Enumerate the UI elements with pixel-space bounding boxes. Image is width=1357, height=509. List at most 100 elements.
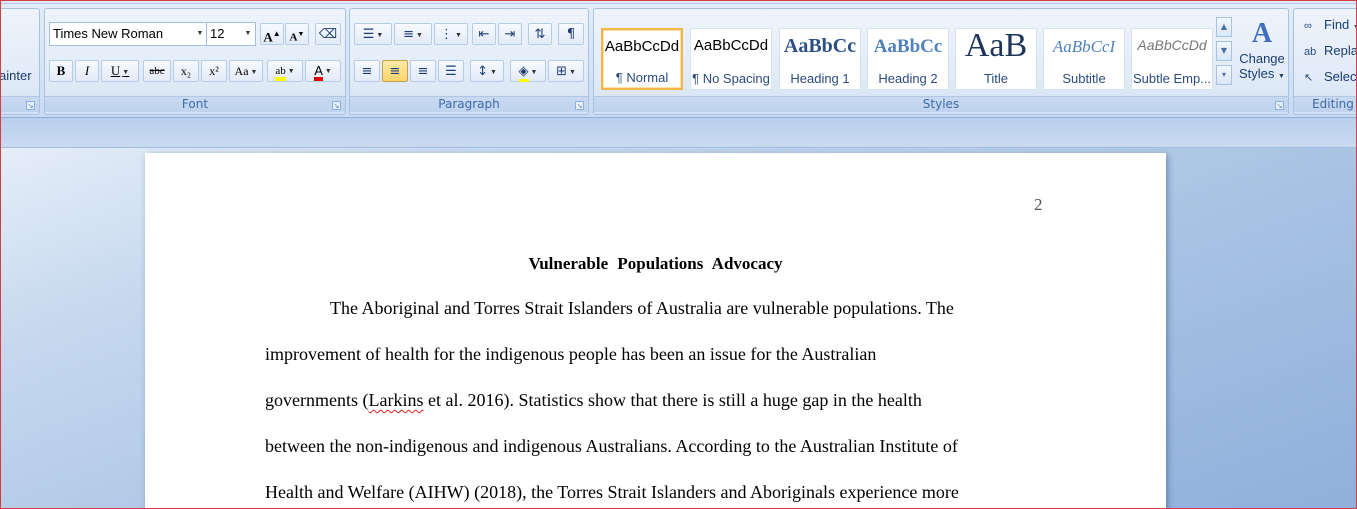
- style-item[interactable]: AaBbCcI Subtitle: [1043, 28, 1125, 90]
- editing-group-label: Editing: [1294, 96, 1357, 112]
- increase-indent-icon: ⇥: [504, 27, 516, 42]
- style-sample: AaBbCcI: [1052, 37, 1116, 56]
- style-name: ¶ No Spacing: [692, 71, 770, 86]
- style-name: Heading 1: [790, 71, 850, 86]
- body-line: governments (Larkins et al. 2016). Stati…: [265, 390, 922, 411]
- ruler-band: [0, 118, 1357, 148]
- body-text: et al. 2016). Statistics show that there…: [423, 390, 922, 410]
- decrease-indent-icon: ⇤: [478, 27, 490, 42]
- underline-button[interactable]: U ▼: [101, 60, 139, 82]
- clipboard-group: ainter ↘: [0, 8, 40, 115]
- line-spacing-button[interactable]: ↕ ▼: [470, 60, 504, 82]
- style-sample: AaBbCc: [783, 35, 857, 57]
- justify-button[interactable]: ☰: [438, 60, 464, 82]
- find-button[interactable]: ∞ Find ▼: [1304, 17, 1357, 32]
- style-item[interactable]: AaBbCcDd ¶ No Spacing: [690, 28, 772, 90]
- ribbon: ainter ↘ Times New Roman ▼ 12 ▼ A▲ A▼ ⌫ …: [0, 0, 1357, 118]
- pilcrow-icon: ¶: [566, 27, 576, 42]
- highlight-button[interactable]: ab ▼: [267, 60, 303, 82]
- borders-button[interactable]: ⊞ ▼: [548, 60, 584, 82]
- select-button[interactable]: ↖ Select: [1304, 69, 1357, 84]
- change-styles-button[interactable]: A Change Styles ▼: [1236, 17, 1288, 97]
- chevron-down-icon[interactable]: ▼: [241, 23, 255, 45]
- style-sample: AaB: [964, 27, 1028, 64]
- paragraph-group: ☰ ▼ ≡ ▼ ⋮ ▼ ⇤ ⇥ ⇅ ¶ ≡ ≡ ≡ ☰ ↕ ▼ ◈ ▼ ⊞ ▼ Paragr…: [349, 8, 589, 115]
- bullets-button[interactable]: ☰ ▼: [354, 23, 392, 45]
- body-line: Health and Welfare (AIHW) (2018), the To…: [265, 482, 959, 502]
- body-line: improvement of health for the indigenous…: [265, 344, 877, 364]
- misspelled-word[interactable]: Larkins: [368, 390, 423, 410]
- change-case-button[interactable]: Aa ▼: [229, 60, 263, 82]
- numbering-button[interactable]: ≡ ▼: [394, 23, 432, 45]
- justify-icon: ☰: [445, 64, 457, 79]
- font-color-icon: A: [314, 64, 323, 81]
- style-sample: AaBbCcDd: [1137, 37, 1207, 53]
- style-name: Heading 2: [878, 71, 938, 86]
- body-text: governments (: [265, 390, 369, 410]
- cursor-icon: ↖: [1304, 72, 1314, 84]
- grow-font-button[interactable]: A▲: [260, 23, 284, 45]
- find-label: Find: [1324, 17, 1350, 32]
- decrease-indent-button[interactable]: ⇤: [472, 23, 496, 45]
- styles-group-label: Styles: [594, 96, 1288, 112]
- style-item[interactable]: AaBbCcDd Subtle Emp...: [1131, 28, 1213, 90]
- document-page[interactable]: 2 Vulnerable Populations Advocacy The Ab…: [145, 153, 1166, 509]
- strikethrough-button[interactable]: abc: [143, 60, 171, 82]
- replace-icon: ab: [1304, 46, 1317, 58]
- styles-group: AaBbCcDd ¶ Normal AaBbCcDd ¶ No Spacing AaBb…: [593, 8, 1289, 115]
- style-item[interactable]: AaBbCcDd ¶ Normal: [601, 28, 683, 90]
- change-styles-label: Change: [1239, 51, 1285, 66]
- font-color-button[interactable]: A ▼: [305, 60, 341, 82]
- replace-button[interactable]: ab Repla: [1304, 43, 1357, 58]
- bullet-list-icon: ☰: [362, 27, 375, 42]
- font-group-label: Font: [45, 96, 345, 112]
- font-family-value: Times New Roman: [53, 26, 164, 41]
- align-left-button[interactable]: ≡: [354, 60, 380, 82]
- style-item[interactable]: AaB Title: [955, 27, 1037, 90]
- change-case-label: Aa: [234, 64, 249, 78]
- align-center-icon: ≡: [389, 64, 401, 79]
- bold-button[interactable]: B: [49, 60, 73, 82]
- shading-button[interactable]: ◈ ▼: [510, 60, 546, 82]
- style-name: Title: [983, 71, 1009, 86]
- superscript-button[interactable]: x²: [201, 60, 227, 82]
- italic-button[interactable]: I: [75, 60, 99, 82]
- ribbon-top-strip: [0, 0, 1357, 4]
- font-color-label: A: [314, 63, 323, 78]
- increase-indent-button[interactable]: ⇥: [498, 23, 522, 45]
- clipboard-launcher-icon[interactable]: ↘: [26, 101, 35, 110]
- highlighter-icon: ab: [275, 65, 286, 81]
- clear-formatting-button[interactable]: ⌫: [315, 23, 341, 45]
- page-number: 2: [1034, 195, 1043, 214]
- font-size-combo[interactable]: 12 ▼: [206, 22, 256, 46]
- style-item[interactable]: AaBbCc Heading 2: [867, 28, 949, 90]
- font-family-combo[interactable]: Times New Roman ▼: [49, 22, 208, 46]
- styles-more-icon[interactable]: ▾: [1216, 65, 1232, 85]
- style-item[interactable]: AaBbCc Heading 1: [779, 28, 861, 90]
- font-launcher-icon[interactable]: ↘: [332, 101, 341, 110]
- show-formatting-button[interactable]: ¶: [558, 23, 584, 45]
- sort-icon: ⇅: [534, 27, 546, 42]
- font-size-value: 12: [210, 26, 225, 41]
- chevron-down-icon[interactable]: ▼: [193, 23, 207, 45]
- paragraph-launcher-icon[interactable]: ↘: [575, 101, 584, 110]
- grow-font-label: A: [263, 29, 273, 45]
- subscript-button[interactable]: x₂: [173, 60, 199, 82]
- styles-scroll-down-icon[interactable]: ▼: [1216, 41, 1232, 61]
- align-center-button[interactable]: ≡: [382, 60, 408, 82]
- highlight-label: ab: [275, 65, 286, 77]
- style-name: ¶ Normal: [615, 70, 669, 85]
- styles-launcher-icon[interactable]: ↘: [1275, 101, 1284, 110]
- styles-scroll-up-icon[interactable]: ▲: [1216, 17, 1232, 37]
- replace-label: Repla: [1324, 43, 1357, 58]
- sort-button[interactable]: ⇅: [528, 23, 552, 45]
- align-right-button[interactable]: ≡: [410, 60, 436, 82]
- style-sample: AaBbCcDd: [604, 38, 680, 55]
- multilevel-list-button[interactable]: ⋮ ▼: [434, 23, 468, 45]
- paragraph-group-label: Paragraph: [350, 96, 588, 112]
- shrink-font-button[interactable]: A▼: [285, 23, 309, 45]
- change-styles-label-2-text: Styles: [1239, 66, 1275, 81]
- style-name: Subtle Emp...: [1132, 71, 1212, 86]
- change-styles-label-2: Styles ▼: [1239, 66, 1285, 81]
- format-painter-button[interactable]: ainter: [0, 68, 32, 83]
